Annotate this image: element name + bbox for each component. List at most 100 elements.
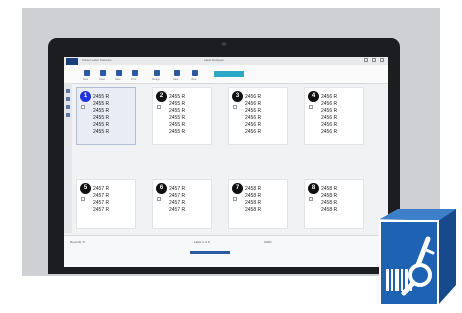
label-number-badge: 1 [80,91,91,102]
label-number-badge: 2 [156,91,167,102]
label-line: 2455 R [169,94,186,100]
label-line: 2455 R [169,101,186,107]
view-icon[interactable] [192,70,198,76]
label-line: 2458 R [321,207,338,213]
label-line: 2457 R [169,186,186,192]
status-bar: Records: 8 Label 1 of 8 100% [64,235,388,267]
label-line: 2456 R [245,94,262,100]
toolbar: New Open Save Print Design Data View [64,65,388,84]
window-title: Printer Label Software [82,58,112,62]
toolbar-label-save: Save [115,78,121,81]
laptop-bezel: Printer Label Software Label Designer Ne… [48,38,400,274]
label-line: 2457 R [93,193,110,199]
label-line: 2457 R [169,207,186,213]
label-line: 2458 R [321,186,338,192]
label-line: 2457 R [93,186,110,192]
label-line: 2456 R [245,115,262,121]
toolbar-label-view: View [191,78,197,81]
label-line: 2456 R [245,108,262,114]
label-line: 2458 R [245,207,262,213]
data-icon[interactable] [174,70,180,76]
print-icon[interactable] [132,70,138,76]
toolbar-label-data: Data [173,78,179,81]
label-line: 2456 R [245,101,262,107]
label-card-6[interactable]: 6 2457 R 2457 R 2457 R 2457 R [152,179,212,229]
label-card-5[interactable]: 5 2457 R 2457 R 2457 R 2457 R [76,179,136,229]
status-progress [190,251,230,254]
label-number-badge: 4 [308,91,319,102]
label-line: 2455 R [93,101,110,107]
sidebar-tool-icon[interactable] [66,105,70,109]
status-page: Label 1 of 8 [194,240,210,244]
ribbon-tab-group[interactable] [214,71,244,77]
sidebar-tool-icon[interactable] [66,113,70,117]
label-line: 2456 R [321,101,338,107]
close-icon[interactable] [380,58,384,62]
label-card-2[interactable]: 2 2455 R 2455 R 2455 R 2455 R 2455 R 245… [152,87,212,145]
label-line: 2455 R [93,94,110,100]
webcam-icon [222,42,226,46]
label-line: 2455 R [93,108,110,114]
label-line: 2455 R [93,115,110,121]
label-card-8[interactable]: 8 2458 R 2458 R 2458 R 2458 R [304,179,364,229]
checkbox-icon[interactable] [309,197,313,201]
label-line: 2458 R [245,193,262,199]
toolbar-label-design: Design [152,78,160,81]
label-number-badge: 8 [308,183,319,194]
checkbox-icon[interactable] [157,197,161,201]
label-line: 2456 R [245,129,262,135]
label-number-badge: 5 [80,183,91,194]
label-sheet: 1 2455 R 2455 R 2455 R 2455 R 2455 R 245… [76,87,376,232]
label-card-4[interactable]: 4 2456 R 2456 R 2456 R 2456 R 2456 R 245… [304,87,364,145]
barcode-scanner-magnifier-icon [379,209,456,306]
label-line: 2457 R [169,193,186,199]
sidebar-tool-icon[interactable] [66,89,70,93]
toolbar-label-print: Print [131,78,137,81]
label-line: 2455 R [169,129,186,135]
open-icon[interactable] [100,70,106,76]
label-line: 2455 R [93,122,110,128]
label-line: 2456 R [321,94,338,100]
label-line: 2458 R [321,193,338,199]
label-line: 2458 R [245,200,262,206]
label-line: 2455 R [169,108,186,114]
new-icon[interactable] [84,70,90,76]
label-number-badge: 3 [232,91,243,102]
design-icon[interactable] [154,70,160,76]
toolbar-label-new: New [83,78,89,81]
label-card-7[interactable]: 7 2458 R 2458 R 2458 R 2458 R [228,179,288,229]
label-line: 2455 R [169,122,186,128]
label-line: 2456 R [245,122,262,128]
toolbar-label-open: Open [99,78,106,81]
maximize-icon[interactable] [372,58,376,62]
checkbox-icon[interactable] [233,105,237,109]
minimize-icon[interactable] [364,58,368,62]
label-line: 2455 R [169,115,186,121]
left-sidebar [64,83,72,233]
label-line: 2456 R [321,129,338,135]
label-line: 2457 R [93,207,110,213]
label-line: 2455 R [93,129,110,135]
checkbox-icon[interactable] [157,105,161,109]
label-number-badge: 7 [232,183,243,194]
label-card-1[interactable]: 1 2455 R 2455 R 2455 R 2455 R 2455 R 245… [76,87,136,145]
screen: Printer Label Software Label Designer Ne… [64,57,388,267]
sidebar-tool-icon[interactable] [66,97,70,101]
window-titlebar: Printer Label Software Label Designer [64,57,388,65]
label-line: 2456 R [321,122,338,128]
window-center-title: Label Designer [204,58,225,62]
label-line: 2458 R [245,186,262,192]
label-number-badge: 6 [156,183,167,194]
label-card-3[interactable]: 3 2456 R 2456 R 2456 R 2456 R 2456 R 245… [228,87,288,145]
label-line: 2456 R [321,108,338,114]
label-line: 2456 R [321,115,338,121]
checkbox-icon[interactable] [81,197,85,201]
status-records: Records: 8 [70,240,85,244]
checkbox-icon[interactable] [309,105,313,109]
save-icon[interactable] [116,70,122,76]
checkbox-icon[interactable] [81,105,85,109]
status-zoom: 100% [264,240,272,244]
label-line: 2457 R [169,200,186,206]
checkbox-icon[interactable] [233,197,237,201]
label-line: 2458 R [321,200,338,206]
